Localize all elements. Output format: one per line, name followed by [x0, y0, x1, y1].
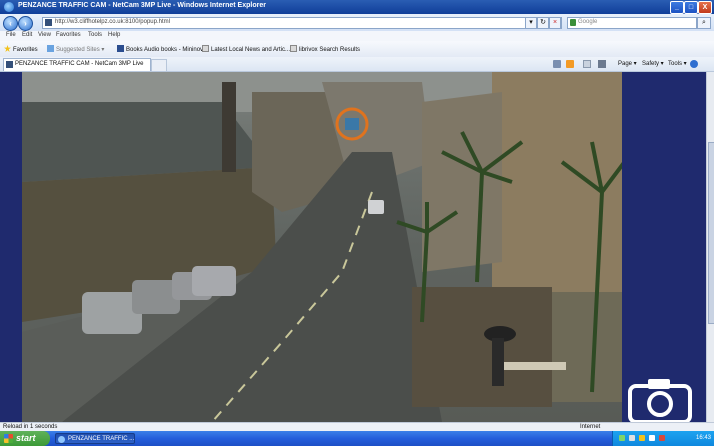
- tray-shield-icon[interactable]: [639, 435, 645, 441]
- navigation-bar: ‹ › http://w3.cliffhotelpz.co.uk:8100/po…: [0, 14, 714, 31]
- vertical-scrollbar[interactable]: [706, 72, 714, 422]
- title-bar: PENZANCE TRAFFIC CAM - NetCam 3MP Live -…: [0, 0, 714, 14]
- tray-network-icon[interactable]: [619, 435, 625, 441]
- menu-view[interactable]: View: [38, 32, 51, 38]
- favorite-item-librivox[interactable]: librivox Search Results: [290, 45, 360, 53]
- ie-icon: [58, 436, 65, 443]
- tab-active[interactable]: PENZANCE TRAFFIC CAM - NetCam 3MP Live: [3, 58, 151, 71]
- favorites-button[interactable]: Favorites: [4, 45, 38, 53]
- page-icon: [202, 45, 209, 52]
- address-field[interactable]: http://w3.cliffhotelpz.co.uk:8100/popup.…: [42, 17, 562, 29]
- tab-favicon-icon: [6, 61, 13, 68]
- favorites-label: Favorites: [13, 47, 38, 53]
- favorite-item-label: Suggested Sites ▾: [56, 47, 105, 53]
- taskbar-item-ie[interactable]: PENZANCE TRAFFIC ...: [55, 433, 135, 444]
- close-button[interactable]: X: [698, 1, 712, 14]
- home-icon[interactable]: [553, 60, 561, 68]
- camera-icon[interactable]: [628, 376, 692, 424]
- feeds-icon[interactable]: [566, 60, 574, 68]
- favorite-item-mininova[interactable]: Books Audio books - Mininova: [117, 45, 206, 53]
- search-placeholder: Google: [578, 19, 598, 25]
- tab-label: PENZANCE TRAFFIC CAM - NetCam 3MP Live: [15, 61, 144, 67]
- page-icon: [290, 45, 297, 52]
- read-mail-icon[interactable]: [583, 60, 591, 68]
- refresh-icon[interactable]: ↻: [537, 17, 549, 29]
- search-go-icon[interactable]: ⌕: [697, 17, 711, 29]
- site-favicon-icon: [45, 19, 52, 26]
- safety-menu[interactable]: Safety ▾: [642, 60, 664, 67]
- help-icon[interactable]: [690, 60, 698, 68]
- back-icon[interactable]: ‹: [3, 16, 18, 31]
- start-button[interactable]: start: [0, 431, 50, 446]
- search-input[interactable]: Google: [567, 17, 697, 29]
- security-zone: Internet: [580, 424, 601, 430]
- tray-app-icon[interactable]: [649, 435, 655, 441]
- search-provider-icon: [570, 19, 576, 26]
- page-menu[interactable]: Page ▾: [618, 60, 637, 67]
- maximize-button[interactable]: □: [684, 1, 698, 14]
- favorites-bar: Favorites Suggested Sites ▾ Books Audio …: [0, 41, 714, 58]
- address-url: http://w3.cliffhotelpz.co.uk:8100/popup.…: [55, 19, 170, 25]
- favorite-item-label: Latest Local News and Artic...: [211, 47, 291, 53]
- menu-file[interactable]: File: [6, 32, 16, 38]
- menu-tools[interactable]: Tools: [88, 32, 102, 38]
- window-title: PENZANCE TRAFFIC CAM - NetCam 3MP Live -…: [18, 2, 266, 9]
- traffic-cam-image: [22, 72, 622, 422]
- favorite-item-suggested-sites[interactable]: Suggested Sites ▾: [47, 45, 104, 53]
- traffic-scene: [22, 72, 622, 422]
- menu-help[interactable]: Help: [108, 32, 120, 38]
- system-tray: 16:43: [612, 431, 714, 446]
- tray-volume-icon[interactable]: [629, 435, 635, 441]
- forward-icon[interactable]: ›: [18, 16, 33, 31]
- scrollbar-thumb[interactable]: [708, 142, 714, 324]
- tray-alert-icon[interactable]: [659, 435, 665, 441]
- address-dropdown-icon[interactable]: ▾: [525, 17, 537, 29]
- clock: 16:43: [695, 435, 711, 441]
- print-icon[interactable]: [598, 60, 606, 68]
- windows-flag-icon: [4, 434, 13, 443]
- new-tab-button[interactable]: [151, 59, 167, 71]
- tab-bar: PENZANCE TRAFFIC CAM - NetCam 3MP Live P…: [0, 57, 714, 72]
- stop-icon[interactable]: ×: [549, 17, 561, 29]
- suggested-sites-icon: [47, 45, 54, 52]
- favorite-item-label: librivox Search Results: [299, 47, 361, 53]
- favorite-item-label: Books Audio books - Mininova: [126, 47, 207, 53]
- taskbar: start PENZANCE TRAFFIC ... 16:43: [0, 431, 714, 446]
- page-content: [0, 72, 714, 424]
- start-label: start: [16, 433, 36, 443]
- ie-logo-icon: [4, 2, 14, 12]
- star-icon: [4, 45, 11, 52]
- menu-edit[interactable]: Edit: [22, 32, 32, 38]
- menu-bar: File Edit View Favorites Tools Help: [0, 31, 714, 41]
- status-text: Reload in 1 seconds: [3, 424, 58, 430]
- favorite-item-local-news[interactable]: Latest Local News and Artic...: [202, 45, 290, 53]
- minimize-button[interactable]: _: [670, 1, 684, 14]
- tools-menu[interactable]: Tools ▾: [668, 60, 687, 67]
- taskbar-item-label: PENZANCE TRAFFIC ...: [68, 436, 135, 442]
- page-icon: [117, 45, 124, 52]
- menu-favorites[interactable]: Favorites: [56, 32, 81, 38]
